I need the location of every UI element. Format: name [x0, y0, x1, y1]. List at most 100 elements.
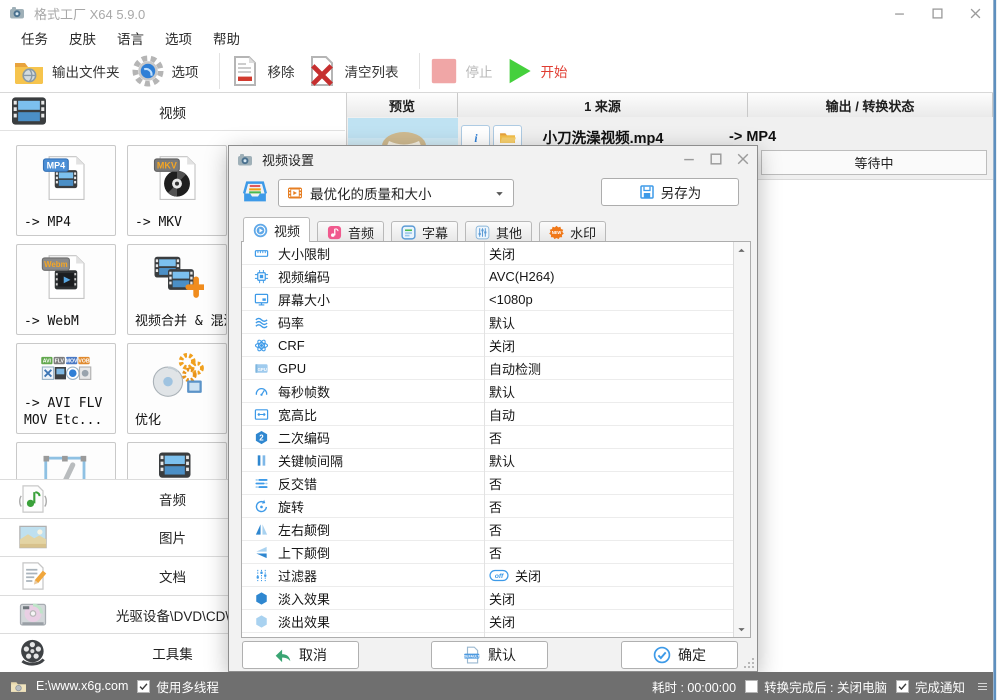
toolbar-button-label: 输出文件夹	[52, 65, 120, 80]
resize-grip[interactable]	[744, 658, 754, 668]
setting-value[interactable]: <1080p	[489, 292, 533, 307]
notify-checkbox[interactable]: 完成通知	[895, 677, 965, 696]
setting-row[interactable]: 屏幕大小 <1080p	[242, 288, 734, 311]
setting-row[interactable]: 视频编码 AVC(H264)	[242, 265, 734, 288]
format-card[interactable]: AVI FLV MOV VOB -> AVI FLV MOV Etc...	[16, 343, 116, 434]
setting-row[interactable]: 淡出效果 关闭	[242, 610, 734, 633]
queue-column-header[interactable]: 预览	[347, 93, 458, 117]
settings-tab-other[interactable]: 其他	[465, 221, 533, 242]
setting-row[interactable]: 大小限制 关闭	[242, 242, 734, 265]
settings-tab-subtitle[interactable]: 字幕	[391, 221, 459, 242]
menu-item[interactable]: 任务	[18, 26, 51, 50]
flip-h-icon	[255, 523, 268, 535]
bitrate-icon	[255, 317, 268, 328]
default-button[interactable]: DEFAULT 默认	[431, 641, 548, 669]
dialog-minimize-button[interactable]	[683, 153, 695, 165]
menu-item[interactable]: 语言	[114, 26, 147, 50]
setting-row[interactable]: 每秒帧数 默认	[242, 380, 734, 403]
setting-value-text: 否	[489, 522, 503, 538]
setting-value[interactable]: 默认	[489, 382, 515, 401]
remove-doc-button[interactable]: 移除	[229, 55, 295, 87]
stop-square-button[interactable]: 停止	[429, 56, 493, 86]
setting-value[interactable]: 否	[489, 520, 502, 539]
close-button[interactable]	[970, 8, 981, 19]
output-path[interactable]: E:\www.x6g.com	[36, 679, 128, 693]
setting-value[interactable]: 默认	[489, 313, 515, 332]
cancel-button[interactable]: 取消	[242, 641, 359, 669]
scrollbar[interactable]	[733, 242, 750, 637]
setting-label: 上下颠倒	[278, 545, 331, 561]
dialog-maximize-button[interactable]	[710, 153, 722, 165]
settings-tab-watermark[interactable]: NEW 水印	[539, 221, 607, 242]
statusbar-grip[interactable]	[978, 682, 987, 690]
preset-dropdown[interactable]: 最优化的质量和大小	[278, 179, 514, 207]
setting-row[interactable]: 淡入效果 关闭	[242, 587, 734, 610]
titlebar: 格式工厂 X64 5.9.0	[0, 0, 997, 26]
setting-value[interactable]: 关闭	[489, 635, 515, 638]
dialog-close-button[interactable]	[737, 153, 749, 165]
setting-value[interactable]: 默认	[489, 451, 515, 470]
app-icon	[10, 7, 24, 19]
format-card[interactable]: MKV -> MKV	[127, 145, 227, 236]
format-card[interactable]: Webm -> WebM	[16, 244, 116, 335]
start-play-button[interactable]: 开始	[504, 56, 568, 86]
format-card[interactable]	[127, 442, 227, 479]
setting-row[interactable]: GPU GPU 自动检测	[242, 357, 734, 380]
setting-label: 每秒帧数	[278, 384, 331, 400]
clear-list-button[interactable]: 清空列表	[306, 55, 399, 87]
setting-row[interactable]: 2 二次编码 否	[242, 426, 734, 449]
scroll-up-icon[interactable]	[734, 242, 749, 258]
setting-value[interactable]: 关闭	[489, 336, 515, 355]
setting-row[interactable]: 防抖 (白金功能) 关闭	[242, 633, 734, 637]
setting-value[interactable]: off 关闭	[489, 566, 541, 585]
setting-row[interactable]: 过滤器 off 关闭	[242, 564, 734, 587]
setting-row[interactable]: CRF 关闭	[242, 334, 734, 357]
setting-row[interactable]: 反交错 否	[242, 472, 734, 495]
setting-row[interactable]: 码率 默认	[242, 311, 734, 334]
maximize-button[interactable]	[932, 7, 943, 19]
format-card[interactable]: 优化	[127, 343, 227, 434]
setting-row[interactable]: 左右颠倒 否	[242, 518, 734, 541]
menu-item[interactable]: 帮助	[210, 26, 243, 50]
setting-value[interactable]: 关闭	[489, 589, 515, 608]
queue-column-header[interactable]: 1 来源	[458, 93, 748, 117]
minimize-button[interactable]	[894, 8, 905, 19]
setting-row[interactable]: 旋转 否	[242, 495, 734, 518]
setting-value[interactable]: 否	[489, 543, 502, 562]
setting-value[interactable]: 否	[489, 497, 502, 516]
menu-item[interactable]: 皮肤	[66, 26, 99, 50]
menu-item[interactable]: 选项	[162, 26, 195, 50]
setting-value[interactable]: 否	[489, 428, 502, 447]
setting-value[interactable]: 自动	[489, 405, 515, 424]
queue-column-header[interactable]: 输出 / 转换状态	[748, 93, 993, 117]
setting-value[interactable]: 否	[489, 474, 502, 493]
setting-row[interactable]: 上下颠倒 否	[242, 541, 734, 564]
tab-subtitle-icon	[401, 224, 416, 240]
save-as-button[interactable]: 另存为	[601, 178, 739, 206]
options-gear-button[interactable]: 选项	[131, 54, 199, 88]
video-category-header[interactable]: 视频	[0, 93, 345, 131]
format-card[interactable]	[16, 442, 116, 479]
checkbox-box[interactable]	[745, 679, 759, 693]
settings-tab-audio[interactable]: 音频	[317, 221, 385, 242]
setting-value[interactable]: 关闭	[489, 244, 515, 263]
settings-tab-video[interactable]: 视频	[243, 217, 311, 242]
setting-row[interactable]: 关键帧间隔 默认	[242, 449, 734, 472]
multithread-checkbox[interactable]: 使用多线程	[137, 677, 219, 696]
shutdown-after-checkbox[interactable]: 转换完成后 : 关闭电脑	[745, 677, 887, 696]
output-path-folder-icon[interactable]	[10, 678, 27, 695]
setting-value-text: AVC(H264)	[489, 268, 555, 284]
checkbox-box[interactable]	[137, 679, 151, 693]
setting-value[interactable]: 关闭	[489, 612, 515, 631]
card-mp4-icon: MP4	[42, 156, 85, 200]
ok-button[interactable]: 确定	[621, 641, 738, 669]
setting-row[interactable]: 宽高比 自动	[242, 403, 734, 426]
format-card[interactable]: 视频合并 & 混流	[127, 244, 227, 335]
setting-value[interactable]: 自动检测	[489, 359, 541, 378]
scroll-down-icon[interactable]	[734, 621, 749, 637]
setting-value[interactable]: AVC(H264)	[489, 269, 555, 284]
output-folder-button[interactable]: 输出文件夹	[13, 55, 120, 87]
svg-text:VOB: VOB	[78, 359, 89, 365]
checkbox-box[interactable]	[895, 679, 909, 693]
format-card[interactable]: MP4 -> MP4	[16, 145, 116, 236]
